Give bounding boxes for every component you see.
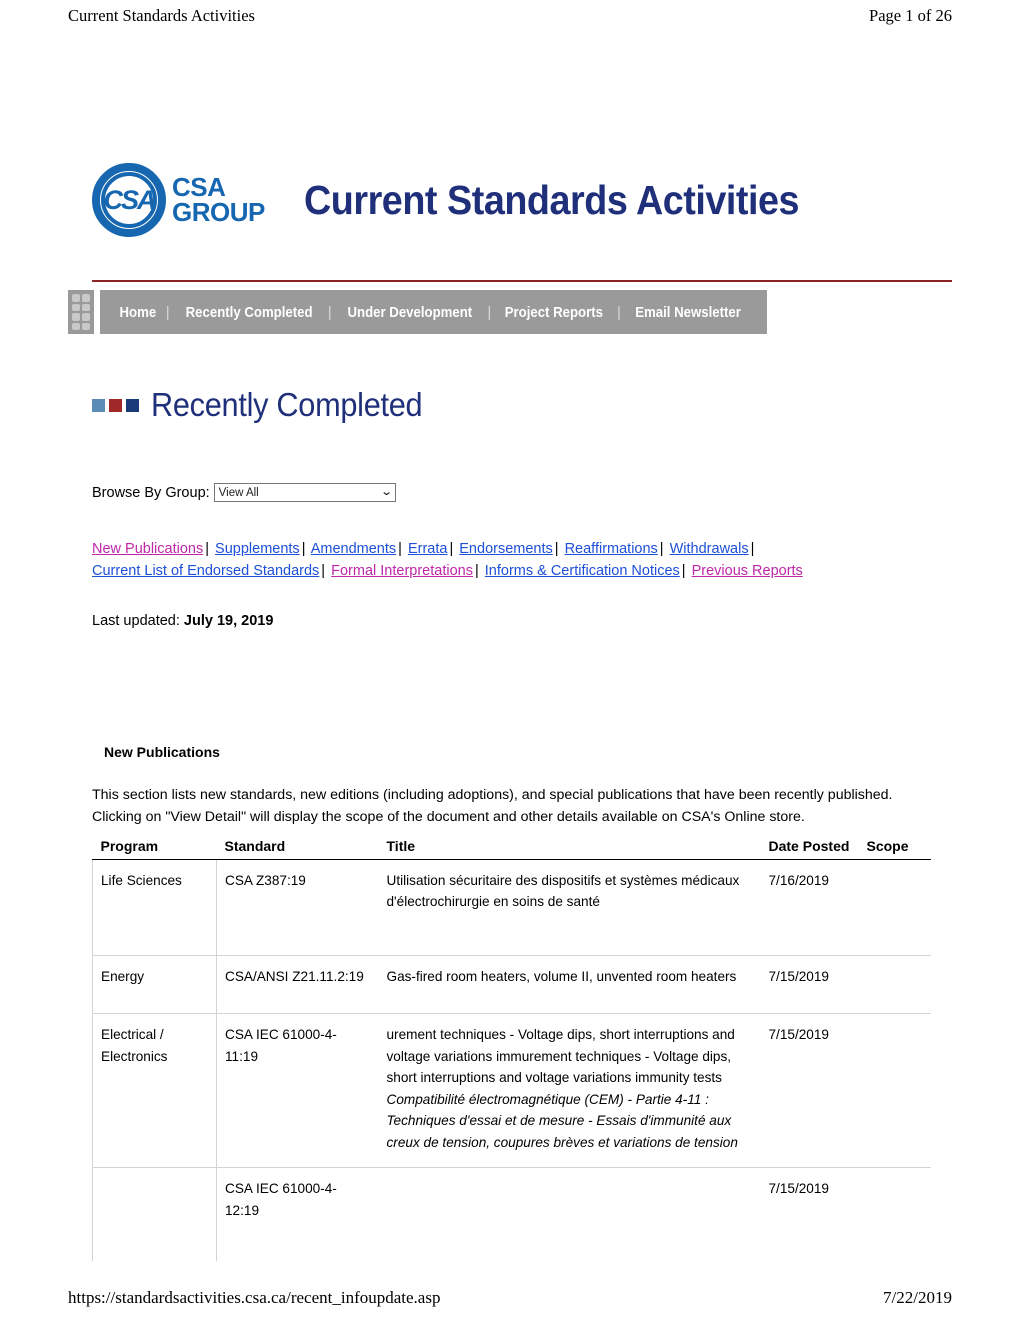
- cell-program: Energy: [92, 955, 217, 1015]
- cell-date-posted: 7/15/2019: [760, 955, 861, 1015]
- table-row: Energy CSA/ANSI Z21.11.2:19 Gas-fired ro…: [92, 955, 931, 1015]
- link-separator: |: [205, 541, 210, 557]
- section-title: Recently Completed: [92, 386, 443, 424]
- square-navy-icon: [126, 398, 139, 412]
- header-divider: [92, 280, 952, 282]
- cell-program: Life Sciences: [92, 859, 217, 956]
- link-informs-and-certification-notices[interactable]: Informs & Certification Notices: [485, 563, 680, 579]
- cell-date-posted: 7/16/2019: [760, 859, 861, 956]
- nav-item-under-development[interactable]: Under Development: [341, 304, 478, 321]
- column-header-program: Program: [92, 838, 217, 860]
- link-separator: |: [321, 563, 326, 580]
- square-red-icon: [109, 398, 122, 412]
- link-separator: |: [449, 541, 454, 557]
- nav-item-home[interactable]: Home: [113, 304, 162, 321]
- table-row: CSA IEC 61000-4-12:19 7/15/2019: [92, 1167, 931, 1262]
- nav-separator: |: [617, 303, 621, 321]
- cell-standard: CSA IEC 61000-4-11:19: [216, 1013, 379, 1169]
- page-title: Current Standards Activities: [304, 176, 800, 223]
- csa-logo-line-2: GROUP: [172, 197, 265, 227]
- nav-item-recently-completed[interactable]: Recently Completed: [179, 304, 318, 321]
- section-title-label: Recently Completed: [151, 386, 423, 423]
- cell-title-en: urement techniques - Voltage dips, short…: [386, 1027, 735, 1086]
- link-reaffirmations[interactable]: Reaffirmations: [565, 541, 658, 557]
- chevron-down-icon: ⌄: [380, 486, 394, 498]
- table-header-row: Program Standard Title Date Posted Scope: [92, 838, 931, 860]
- link-previous-reports[interactable]: Previous Reports: [692, 563, 803, 579]
- new-publications-heading: New Publications: [104, 744, 220, 760]
- link-separator: |: [750, 541, 755, 557]
- cell-title: Gas-fired room heaters, volume II, unven…: [378, 955, 761, 1015]
- column-header-title: Title: [378, 838, 761, 860]
- browse-by-group-selected-value: View All: [218, 486, 259, 499]
- cell-title-en: Utilisation sécuritaire des dispositifs …: [386, 873, 740, 910]
- main-navigation: Home | Recently Completed | Under Develo…: [68, 290, 767, 334]
- table-row: Electrical / Electronics CSA IEC 61000-4…: [92, 1013, 931, 1169]
- link-current-list-of-endorsed-standards[interactable]: Current List of Endorsed Standards: [92, 563, 319, 579]
- new-publications-description: This section lists new standards, new ed…: [92, 787, 893, 825]
- print-footer-url: https://standardsactivities.csa.ca/recen…: [68, 1288, 441, 1307]
- nav-separator: |: [165, 303, 170, 321]
- last-updated-value: July 19, 2019: [183, 613, 274, 629]
- cell-program: [92, 1167, 217, 1262]
- nav-separator: |: [487, 303, 492, 321]
- nav-item-project-reports[interactable]: Project Reports: [499, 304, 610, 321]
- csa-group-logo[interactable]: CSA CSA GROUP: [92, 148, 265, 253]
- cell-date-posted: 7/15/2019: [760, 1013, 861, 1169]
- nav-separator: |: [327, 303, 332, 321]
- cell-scope: [860, 1013, 931, 1169]
- link-formal-interpretations[interactable]: Formal Interpretations: [331, 563, 473, 579]
- column-header-date-posted: Date Posted: [760, 838, 861, 860]
- csa-circle-icon: CSA: [92, 163, 166, 237]
- nav-links: Home | Recently Completed | Under Develo…: [100, 290, 767, 334]
- link-supplements[interactable]: Supplements: [215, 541, 300, 557]
- browse-by-group-label: Browse By Group:: [92, 484, 210, 501]
- print-footer-date: 7/22/2019: [883, 1288, 952, 1307]
- link-amendments[interactable]: Amendments: [311, 541, 396, 557]
- last-updated-label: Last updated:: [92, 613, 180, 629]
- link-new-publications[interactable]: New Publications: [92, 541, 203, 557]
- cell-scope: [860, 859, 931, 956]
- link-separator: |: [681, 563, 686, 580]
- print-header-page-number: Page 1 of 26: [869, 6, 952, 25]
- cell-standard: CSA Z387:19: [216, 859, 379, 956]
- cell-title-fr: Compatibilité électromagnétique (CEM) - …: [386, 1091, 738, 1150]
- link-separator: |: [301, 541, 306, 557]
- link-errata[interactable]: Errata: [408, 541, 448, 557]
- cell-title: [379, 1168, 761, 1261]
- link-separator: |: [554, 541, 559, 557]
- cell-title-en: Gas-fired room heaters, volume II, unven…: [386, 968, 737, 984]
- table-row: Life Sciences CSA Z387:19 Utilisation sé…: [92, 859, 931, 956]
- column-header-standard: Standard: [216, 838, 379, 860]
- csa-logo-wordmark: CSA GROUP: [172, 174, 265, 227]
- browse-by-group-select[interactable]: View All ⌄: [213, 483, 396, 502]
- link-separator: |: [398, 541, 402, 557]
- browse-by-group-row: Browse By Group: View All ⌄: [92, 483, 396, 502]
- square-blue-icon: [92, 398, 105, 412]
- print-header: Current Standards Activities Page 1 of 2…: [68, 6, 952, 26]
- link-endorsements[interactable]: Endorsements: [459, 541, 553, 557]
- last-updated: Last updated: July 19, 2019: [92, 613, 273, 629]
- new-publications-table: Program Standard Title Date Posted Scope…: [92, 838, 931, 1262]
- category-link-list: New Publications | Supplements | Amendment…: [92, 538, 922, 583]
- masthead: CSA CSA GROUP Current Standards Activiti…: [92, 140, 952, 260]
- grid-dots-icon: [68, 290, 94, 334]
- column-header-scope: Scope: [860, 838, 931, 860]
- print-header-title: Current Standards Activities: [68, 6, 255, 25]
- cell-standard: CSA/ANSI Z21.11.2:19: [216, 955, 379, 1015]
- print-footer: https://standardsactivities.csa.ca/recen…: [68, 1288, 952, 1308]
- cell-program: Electrical / Electronics: [92, 1013, 217, 1169]
- cell-scope: [861, 1168, 931, 1261]
- cell-date-posted: 7/15/2019: [768, 1181, 829, 1197]
- cell-title: Utilisation sécuritaire des dispositifs …: [378, 859, 761, 956]
- cell-title: urement techniques - Voltage dips, short…: [378, 1013, 761, 1169]
- csa-logo-monogram: CSA: [103, 184, 156, 215]
- link-separator: |: [659, 541, 664, 557]
- link-withdrawals[interactable]: Withdrawals: [670, 541, 749, 557]
- link-separator: |: [474, 563, 479, 580]
- nav-item-email-newsletter[interactable]: Email Newsletter: [629, 304, 747, 321]
- cell-scope: [860, 955, 931, 1015]
- cell-standard: CSA IEC 61000-4-12:19: [216, 1167, 379, 1262]
